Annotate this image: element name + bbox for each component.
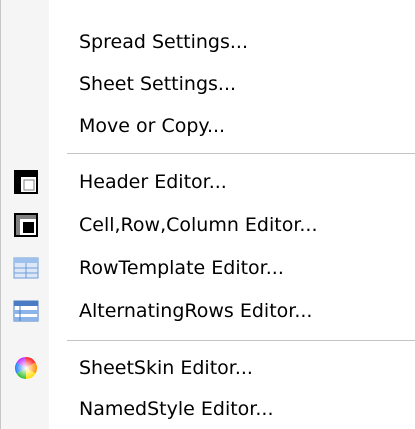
menu-item-label: SheetSkin Editor... bbox=[79, 357, 253, 379]
menu-item-label: Sheet Settings... bbox=[79, 73, 237, 95]
menu-item-cell-row-column-editor[interactable]: Cell,Row,Column Editor... bbox=[1, 205, 415, 245]
menu-item-label: Move or Copy... bbox=[79, 115, 226, 137]
cell-editor-icon bbox=[13, 212, 39, 238]
alternating-rows-icon bbox=[13, 298, 39, 324]
header-editor-icon bbox=[13, 169, 39, 195]
menu-item-namedstyle-editor[interactable]: NamedStyle Editor... bbox=[1, 389, 415, 429]
menu-item-sheetskin-editor[interactable]: SheetSkin Editor... bbox=[1, 348, 415, 388]
context-menu: Spread Settings... Sheet Settings... Mov… bbox=[0, 0, 415, 429]
menu-item-header-editor[interactable]: Header Editor... bbox=[1, 162, 415, 202]
menu-item-label: Cell,Row,Column Editor... bbox=[79, 214, 318, 236]
menu-item-alternatingrows-editor[interactable]: AlternatingRows Editor... bbox=[1, 291, 415, 331]
color-wheel-icon bbox=[13, 355, 39, 381]
menu-item-sheet-settings[interactable]: Sheet Settings... bbox=[1, 64, 415, 104]
menu-item-label: NamedStyle Editor... bbox=[79, 398, 274, 420]
menu-item-label: Spread Settings... bbox=[79, 31, 248, 53]
menu-item-move-or-copy[interactable]: Move or Copy... bbox=[1, 106, 415, 146]
menu-item-label: Header Editor... bbox=[79, 171, 227, 193]
menu-item-spread-settings[interactable]: Spread Settings... bbox=[1, 22, 415, 62]
menu-separator bbox=[67, 153, 415, 155]
row-template-icon bbox=[13, 255, 39, 281]
menu-item-rowtemplate-editor[interactable]: RowTemplate Editor... bbox=[1, 248, 415, 288]
menu-item-label: RowTemplate Editor... bbox=[79, 257, 284, 279]
menu-separator bbox=[67, 340, 415, 342]
menu-item-label: AlternatingRows Editor... bbox=[79, 300, 313, 322]
